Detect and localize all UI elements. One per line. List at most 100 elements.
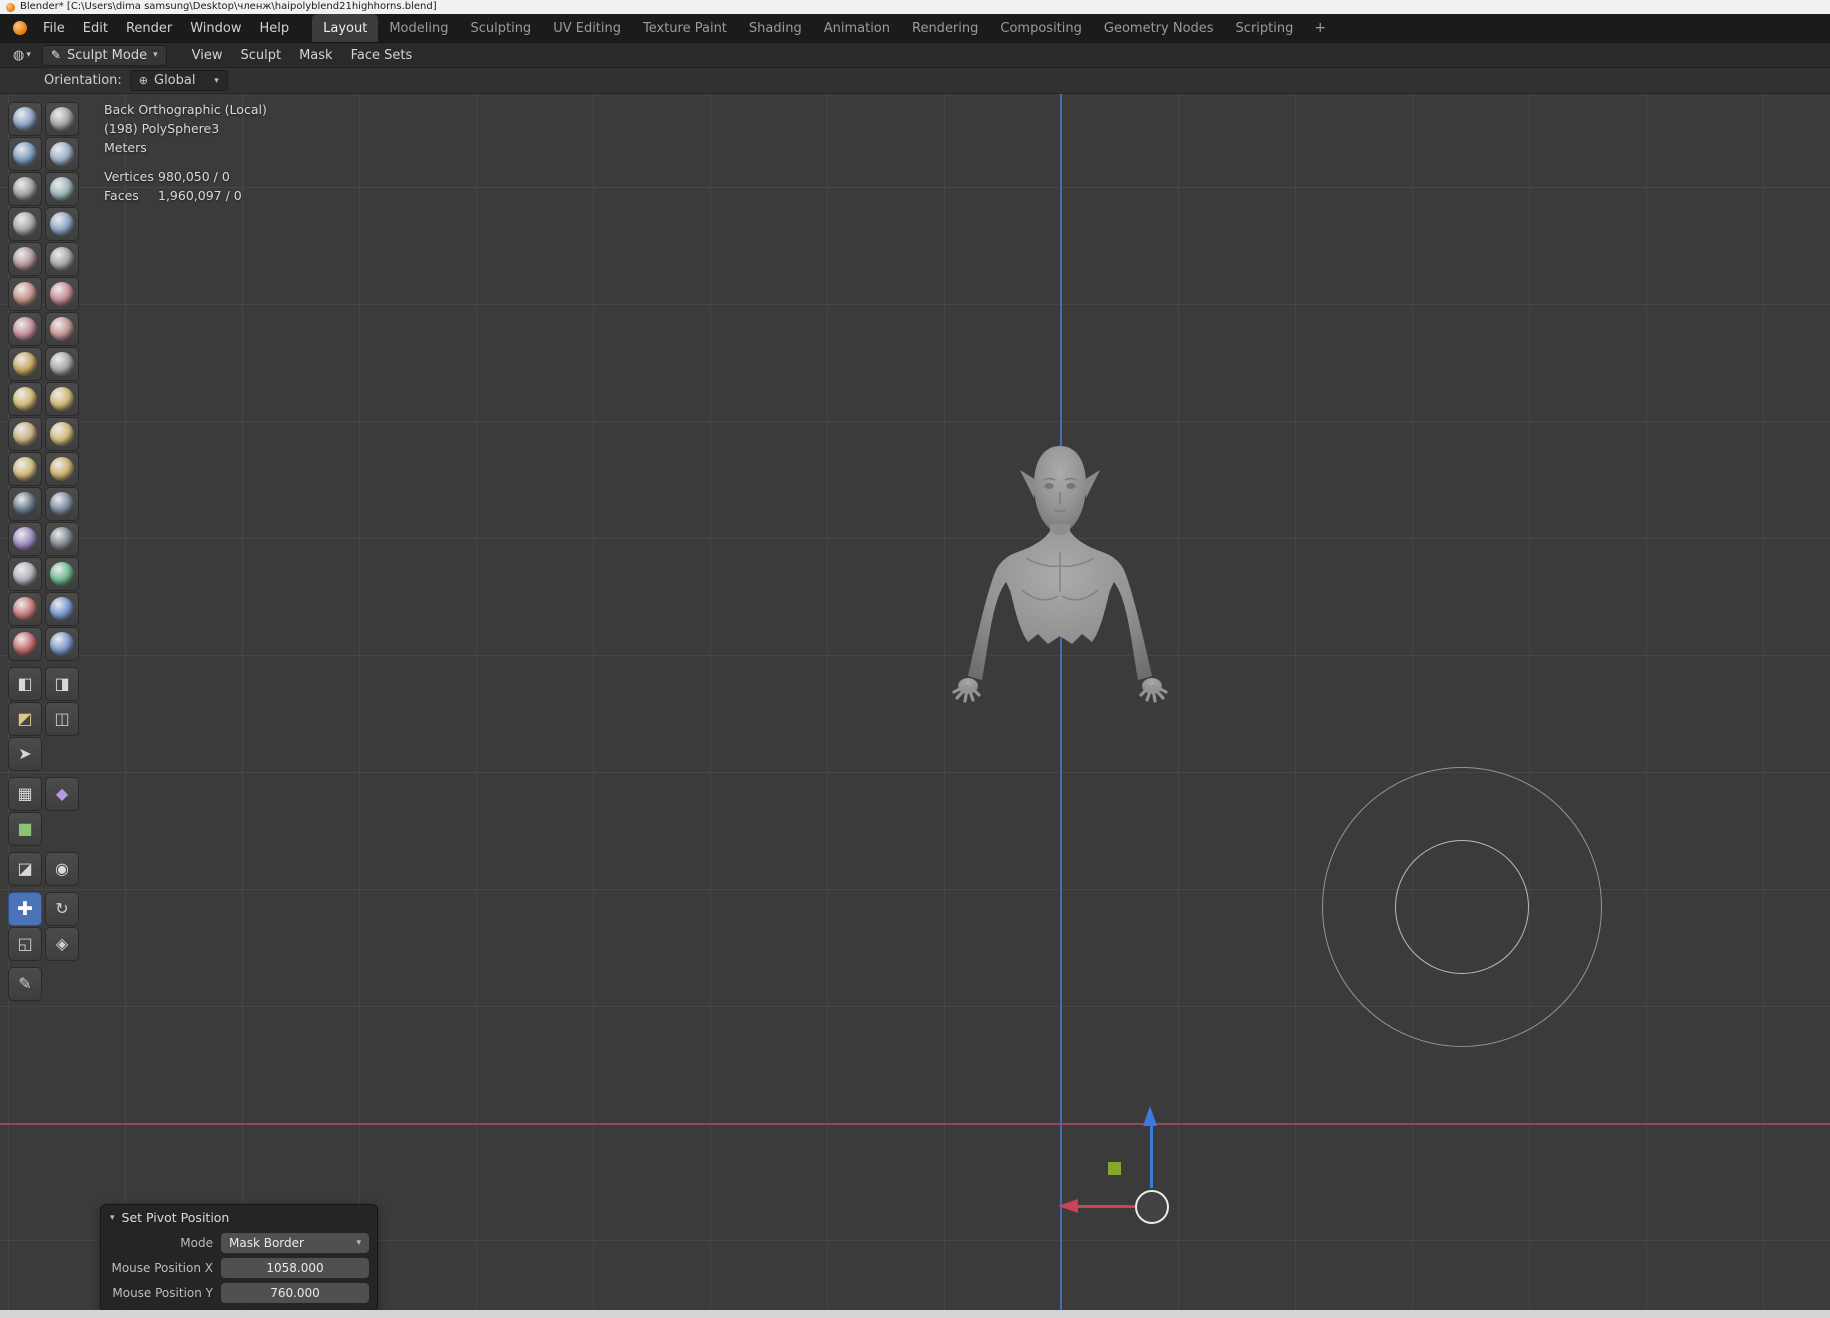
tool-grab[interactable]: [45, 347, 79, 381]
tool-box-trim-icon: ◫: [54, 711, 69, 727]
tool-flatten-icon: [13, 282, 37, 306]
tool-smooth[interactable]: [45, 242, 79, 276]
tool-box-face-set-icon: ◩: [17, 711, 32, 727]
tool-boundary-icon: [50, 492, 74, 516]
tool-simplify[interactable]: [45, 522, 79, 556]
chevron-down-icon: ▾: [110, 1213, 115, 1223]
tool-draw[interactable]: [8, 102, 42, 136]
tool-thumb-icon: [13, 422, 37, 446]
tool-rotate-brush[interactable]: [45, 452, 79, 486]
menu-face-sets[interactable]: Face Sets: [342, 45, 422, 66]
mouse-y-field[interactable]: 760.000: [221, 1283, 369, 1303]
blender-menu-button[interactable]: [6, 14, 34, 42]
tool-cloth[interactable]: [8, 522, 42, 556]
tool-slide-relax[interactable]: [8, 487, 42, 521]
workspace-tab-shading[interactable]: Shading: [738, 14, 813, 42]
workspace-tab-modeling[interactable]: Modeling: [378, 14, 459, 42]
tool-draw-sharp-icon: [50, 107, 74, 131]
workspace-tab-sculpting[interactable]: Sculpting: [459, 14, 542, 42]
tool-transform[interactable]: ◈: [45, 927, 79, 961]
tool-multires-displacement-smear[interactable]: [45, 592, 79, 626]
mode-field-select[interactable]: Mask Border ▾: [221, 1233, 369, 1253]
tool-clay-strips[interactable]: [45, 137, 79, 171]
tool-nudge[interactable]: [8, 452, 42, 486]
orientation-select[interactable]: ⊕ Global ▾: [130, 70, 228, 91]
tool-move[interactable]: ✚: [8, 892, 42, 926]
operator-panel-header[interactable]: ▾ Set Pivot Position: [101, 1205, 377, 1230]
tool-box-mask[interactable]: ◧: [8, 667, 42, 701]
menu-edit[interactable]: Edit: [74, 14, 117, 42]
tool-line-project[interactable]: ➤: [8, 737, 42, 771]
figure-hands: [954, 678, 1166, 701]
tool-crease[interactable]: [8, 242, 42, 276]
tool-annotate[interactable]: ✎: [8, 967, 42, 1001]
menu-sculpt[interactable]: Sculpt: [231, 45, 290, 66]
tool-box-face-set[interactable]: ◩: [8, 702, 42, 736]
tool-rotate-icon: ↻: [55, 901, 68, 917]
tool-elastic-deform[interactable]: [8, 382, 42, 416]
tool-draw-face-sets[interactable]: [45, 557, 79, 591]
workspace-tab-geometry-nodes[interactable]: Geometry Nodes: [1093, 14, 1225, 42]
viewport-menus: View Sculpt Mask Face Sets: [183, 45, 422, 66]
menu-window[interactable]: Window: [181, 14, 250, 42]
gizmo-x-arrow-head[interactable]: [1058, 1199, 1078, 1213]
gizmo-x-arrow-shaft[interactable]: [1078, 1205, 1136, 1208]
tool-smear[interactable]: [45, 627, 79, 661]
workspace-tab-rendering[interactable]: Rendering: [901, 14, 989, 42]
tool-multires-displacement-eraser[interactable]: [8, 592, 42, 626]
workspace-tab-compositing[interactable]: Compositing: [989, 14, 1093, 42]
workspace-tab-animation[interactable]: Animation: [813, 14, 901, 42]
tool-edit-face-set[interactable]: ◪: [8, 852, 42, 886]
tool-box-trim[interactable]: ◫: [45, 702, 79, 736]
tool-blob[interactable]: [45, 207, 79, 241]
tool-clay[interactable]: [8, 137, 42, 171]
workspace-tab-texture-paint[interactable]: Texture Paint: [632, 14, 738, 42]
workspace-tab-scripting[interactable]: Scripting: [1225, 14, 1305, 42]
tool-flatten[interactable]: [8, 277, 42, 311]
menu-help[interactable]: Help: [251, 14, 299, 42]
tool-scale[interactable]: ◱: [8, 927, 42, 961]
tool-scrape[interactable]: [8, 312, 42, 346]
tool-cloth-filter[interactable]: ◆: [45, 777, 79, 811]
tool-box-hide[interactable]: ◨: [45, 667, 79, 701]
tool-color-filter[interactable]: ■: [8, 812, 42, 846]
tool-fill[interactable]: [45, 277, 79, 311]
orientation-value: Global: [154, 73, 195, 88]
tool-snake-hook[interactable]: [45, 382, 79, 416]
chevron-down-icon: ▾: [356, 1238, 361, 1248]
tool-slide-relax-icon: [13, 492, 37, 516]
gizmo-z-arrow-shaft[interactable]: [1150, 1126, 1153, 1188]
add-workspace-button[interactable]: +: [1304, 14, 1336, 42]
menu-render[interactable]: Render: [117, 14, 181, 42]
gizmo-center-circle[interactable]: [1135, 1190, 1169, 1224]
tool-boundary[interactable]: [45, 487, 79, 521]
workspace-tab-layout[interactable]: Layout: [312, 14, 378, 42]
tool-mask-by-color[interactable]: ◉: [45, 852, 79, 886]
tool-draw-sharp[interactable]: [45, 102, 79, 136]
tool-inflate[interactable]: [8, 207, 42, 241]
figure-left-ear: [1020, 470, 1036, 498]
gizmo-z-arrow-head[interactable]: [1143, 1106, 1157, 1126]
tool-pose[interactable]: [45, 417, 79, 451]
tool-multiplane-scrape[interactable]: [45, 312, 79, 346]
tool-paint[interactable]: [8, 627, 42, 661]
tool-rotate[interactable]: ↻: [45, 892, 79, 926]
viewport-statistics: Vertices 980,050 / 0 Faces 1,960,097 / 0: [104, 167, 242, 205]
tool-thumb[interactable]: [8, 417, 42, 451]
editor-type-button[interactable]: ◍ ▾: [8, 46, 36, 65]
tool-mesh-filter[interactable]: ▦: [8, 777, 42, 811]
tool-mask[interactable]: [8, 557, 42, 591]
mouse-x-field[interactable]: 1058.000: [221, 1258, 369, 1278]
viewport-3d[interactable]: Back Orthographic (Local) (198) PolySphe…: [0, 94, 1830, 1310]
tool-layer[interactable]: [45, 172, 79, 206]
menu-mask[interactable]: Mask: [290, 45, 341, 66]
window-title: Blender* [C:\Users\dima samsung\Desktop\…: [20, 0, 437, 14]
gizmo-y-handle[interactable]: [1108, 1162, 1121, 1175]
menu-view[interactable]: View: [183, 45, 232, 66]
tool-pinch[interactable]: [8, 347, 42, 381]
tool-clay-thumb[interactable]: [8, 172, 42, 206]
menu-file[interactable]: File: [34, 14, 74, 42]
mode-select[interactable]: ✎ Sculpt Mode ▾: [42, 45, 167, 66]
figure-head: [1034, 446, 1086, 534]
workspace-tab-uv-editing[interactable]: UV Editing: [542, 14, 632, 42]
